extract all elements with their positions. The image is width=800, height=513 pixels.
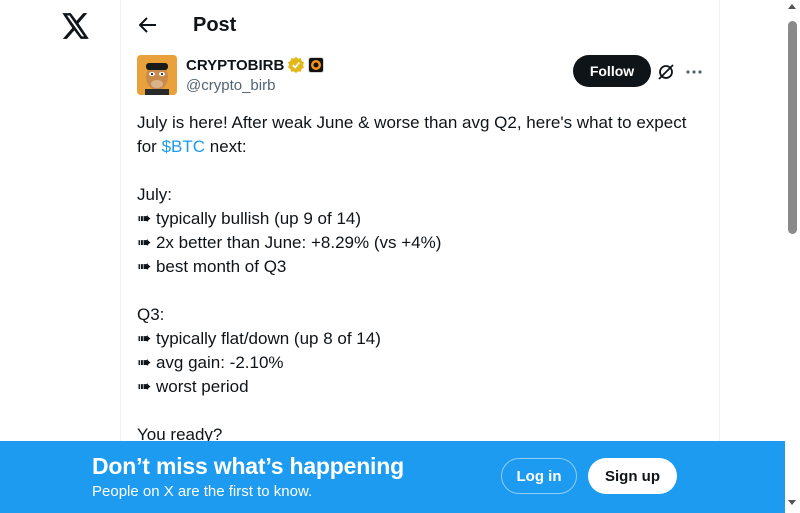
page-title: Post [193,14,237,36]
back-button[interactable] [133,10,163,40]
page-scrollbar[interactable] [785,0,800,513]
list-item: ➠ avg gain: -2.10% [137,353,284,372]
grok-icon[interactable] [655,61,677,83]
x-logo-icon[interactable] [60,10,92,42]
section-header: Q3: [137,305,165,324]
follow-button[interactable]: Follow [573,55,651,87]
more-horizontal-icon[interactable] [683,61,705,83]
avatar[interactable] [137,55,177,95]
post-line: for $BTC next: [137,135,705,159]
list-item: ➠ 2x better than June: +8.29% (vs +4%) [137,233,442,252]
post-line: July is here! After weak June & worse th… [137,113,687,132]
banner-subtitle: People on X are the first to know. [92,483,313,500]
main-column: Post CRYPTOBIRB @crypto_birb Follow July… [120,0,720,513]
post-author-row: CRYPTOBIRB @crypto_birb Follow [137,55,705,97]
scroll-up-arrow-icon[interactable] [788,4,796,9]
scroll-thumb[interactable] [788,21,797,234]
post-text-fragment: for [137,137,162,156]
list-item: ➠ worst period [137,377,249,396]
login-button[interactable]: Log in [501,458,577,494]
name-line: CRYPTOBIRB [186,56,325,74]
cashtag-link[interactable]: $BTC [162,137,205,156]
list-item: ➠ best month of Q3 [137,257,287,276]
signup-banner: Don’t miss what’s happening People on X … [0,441,785,513]
post-text: July is here! After weak June & worse th… [137,111,705,447]
signup-button[interactable]: Sign up [588,458,677,494]
arrow-left-icon [139,17,156,33]
scroll-down-arrow-icon[interactable] [788,500,796,505]
post-text-fragment: next: [205,137,247,156]
list-item: ➠ typically flat/down (up 8 of 14) [137,329,381,348]
gold-verified-badge-icon[interactable] [287,56,305,74]
left-nav-rail [0,0,120,513]
affiliate-badge-icon[interactable] [308,57,325,73]
section-header: July: [137,185,172,204]
list-item: ➠ typically bullish (up 9 of 14) [137,209,362,228]
display-name[interactable]: CRYPTOBIRB [186,57,284,74]
banner-title: Don’t miss what’s happening [92,453,404,479]
handle[interactable]: @crypto_birb [186,77,275,94]
page-header: Post [121,0,721,53]
